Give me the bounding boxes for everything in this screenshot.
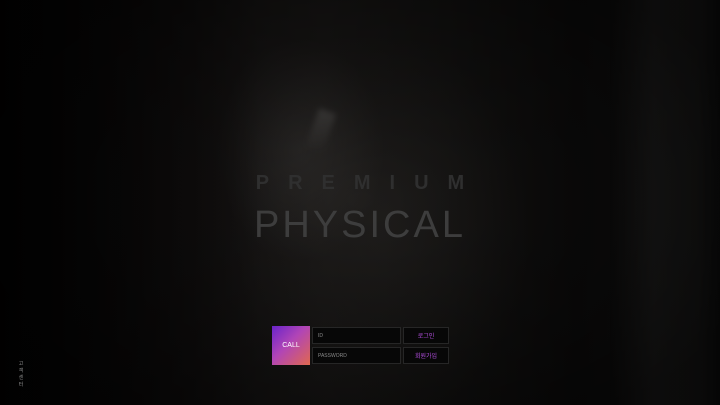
splash-screen: PREMIUM PHYSICAL CALL 로그인 회원가입 고 객 센 터 [0, 0, 720, 405]
customer-center-char: 센 [18, 375, 24, 381]
id-input[interactable] [312, 327, 401, 344]
customer-center-char: 고 [18, 361, 24, 367]
customer-center-char: 객 [18, 368, 24, 374]
brand-title: PHYSICAL [254, 204, 466, 246]
login-button[interactable]: 로그인 [403, 327, 449, 344]
password-input[interactable] [312, 347, 401, 364]
brand-tagline: PREMIUM [255, 172, 484, 194]
customer-center-link[interactable]: 고 객 센 터 [17, 361, 25, 389]
customer-center-char: 터 [18, 382, 24, 388]
login-panel: CALL 로그인 회원가입 [272, 326, 449, 365]
call-button[interactable]: CALL [272, 326, 310, 365]
signup-button[interactable]: 회원가입 [403, 347, 449, 364]
